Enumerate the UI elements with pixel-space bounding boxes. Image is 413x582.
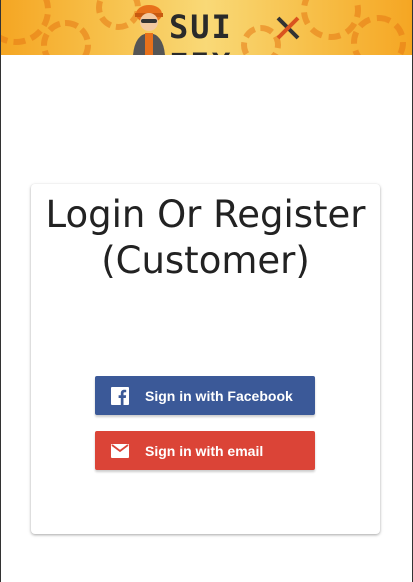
sign-in-facebook-button[interactable]: Sign in with Facebook <box>95 376 315 415</box>
mail-icon <box>111 442 129 460</box>
title-line-2: (Customer) <box>101 239 310 282</box>
facebook-icon <box>111 386 129 405</box>
page-title: Login Or Register (Customer) <box>31 192 380 284</box>
sign-in-email-button[interactable]: Sign in with email <box>95 431 315 470</box>
app-logo: SUI FIX <box>129 0 309 55</box>
sign-in-email-label: Sign in with email <box>145 442 264 459</box>
title-line-1: Login Or Register <box>45 193 366 236</box>
gear-decoration-icon <box>41 20 91 55</box>
gear-decoration-icon <box>351 15 406 55</box>
sign-in-facebook-label: Sign in with Facebook <box>145 387 293 404</box>
mechanic-avatar-icon <box>133 5 165 55</box>
wrench-screwdriver-icon <box>276 16 300 40</box>
login-card: Login Or Register (Customer) Sign in wit… <box>31 184 380 534</box>
app-header-banner: SUI FIX <box>1 0 412 55</box>
